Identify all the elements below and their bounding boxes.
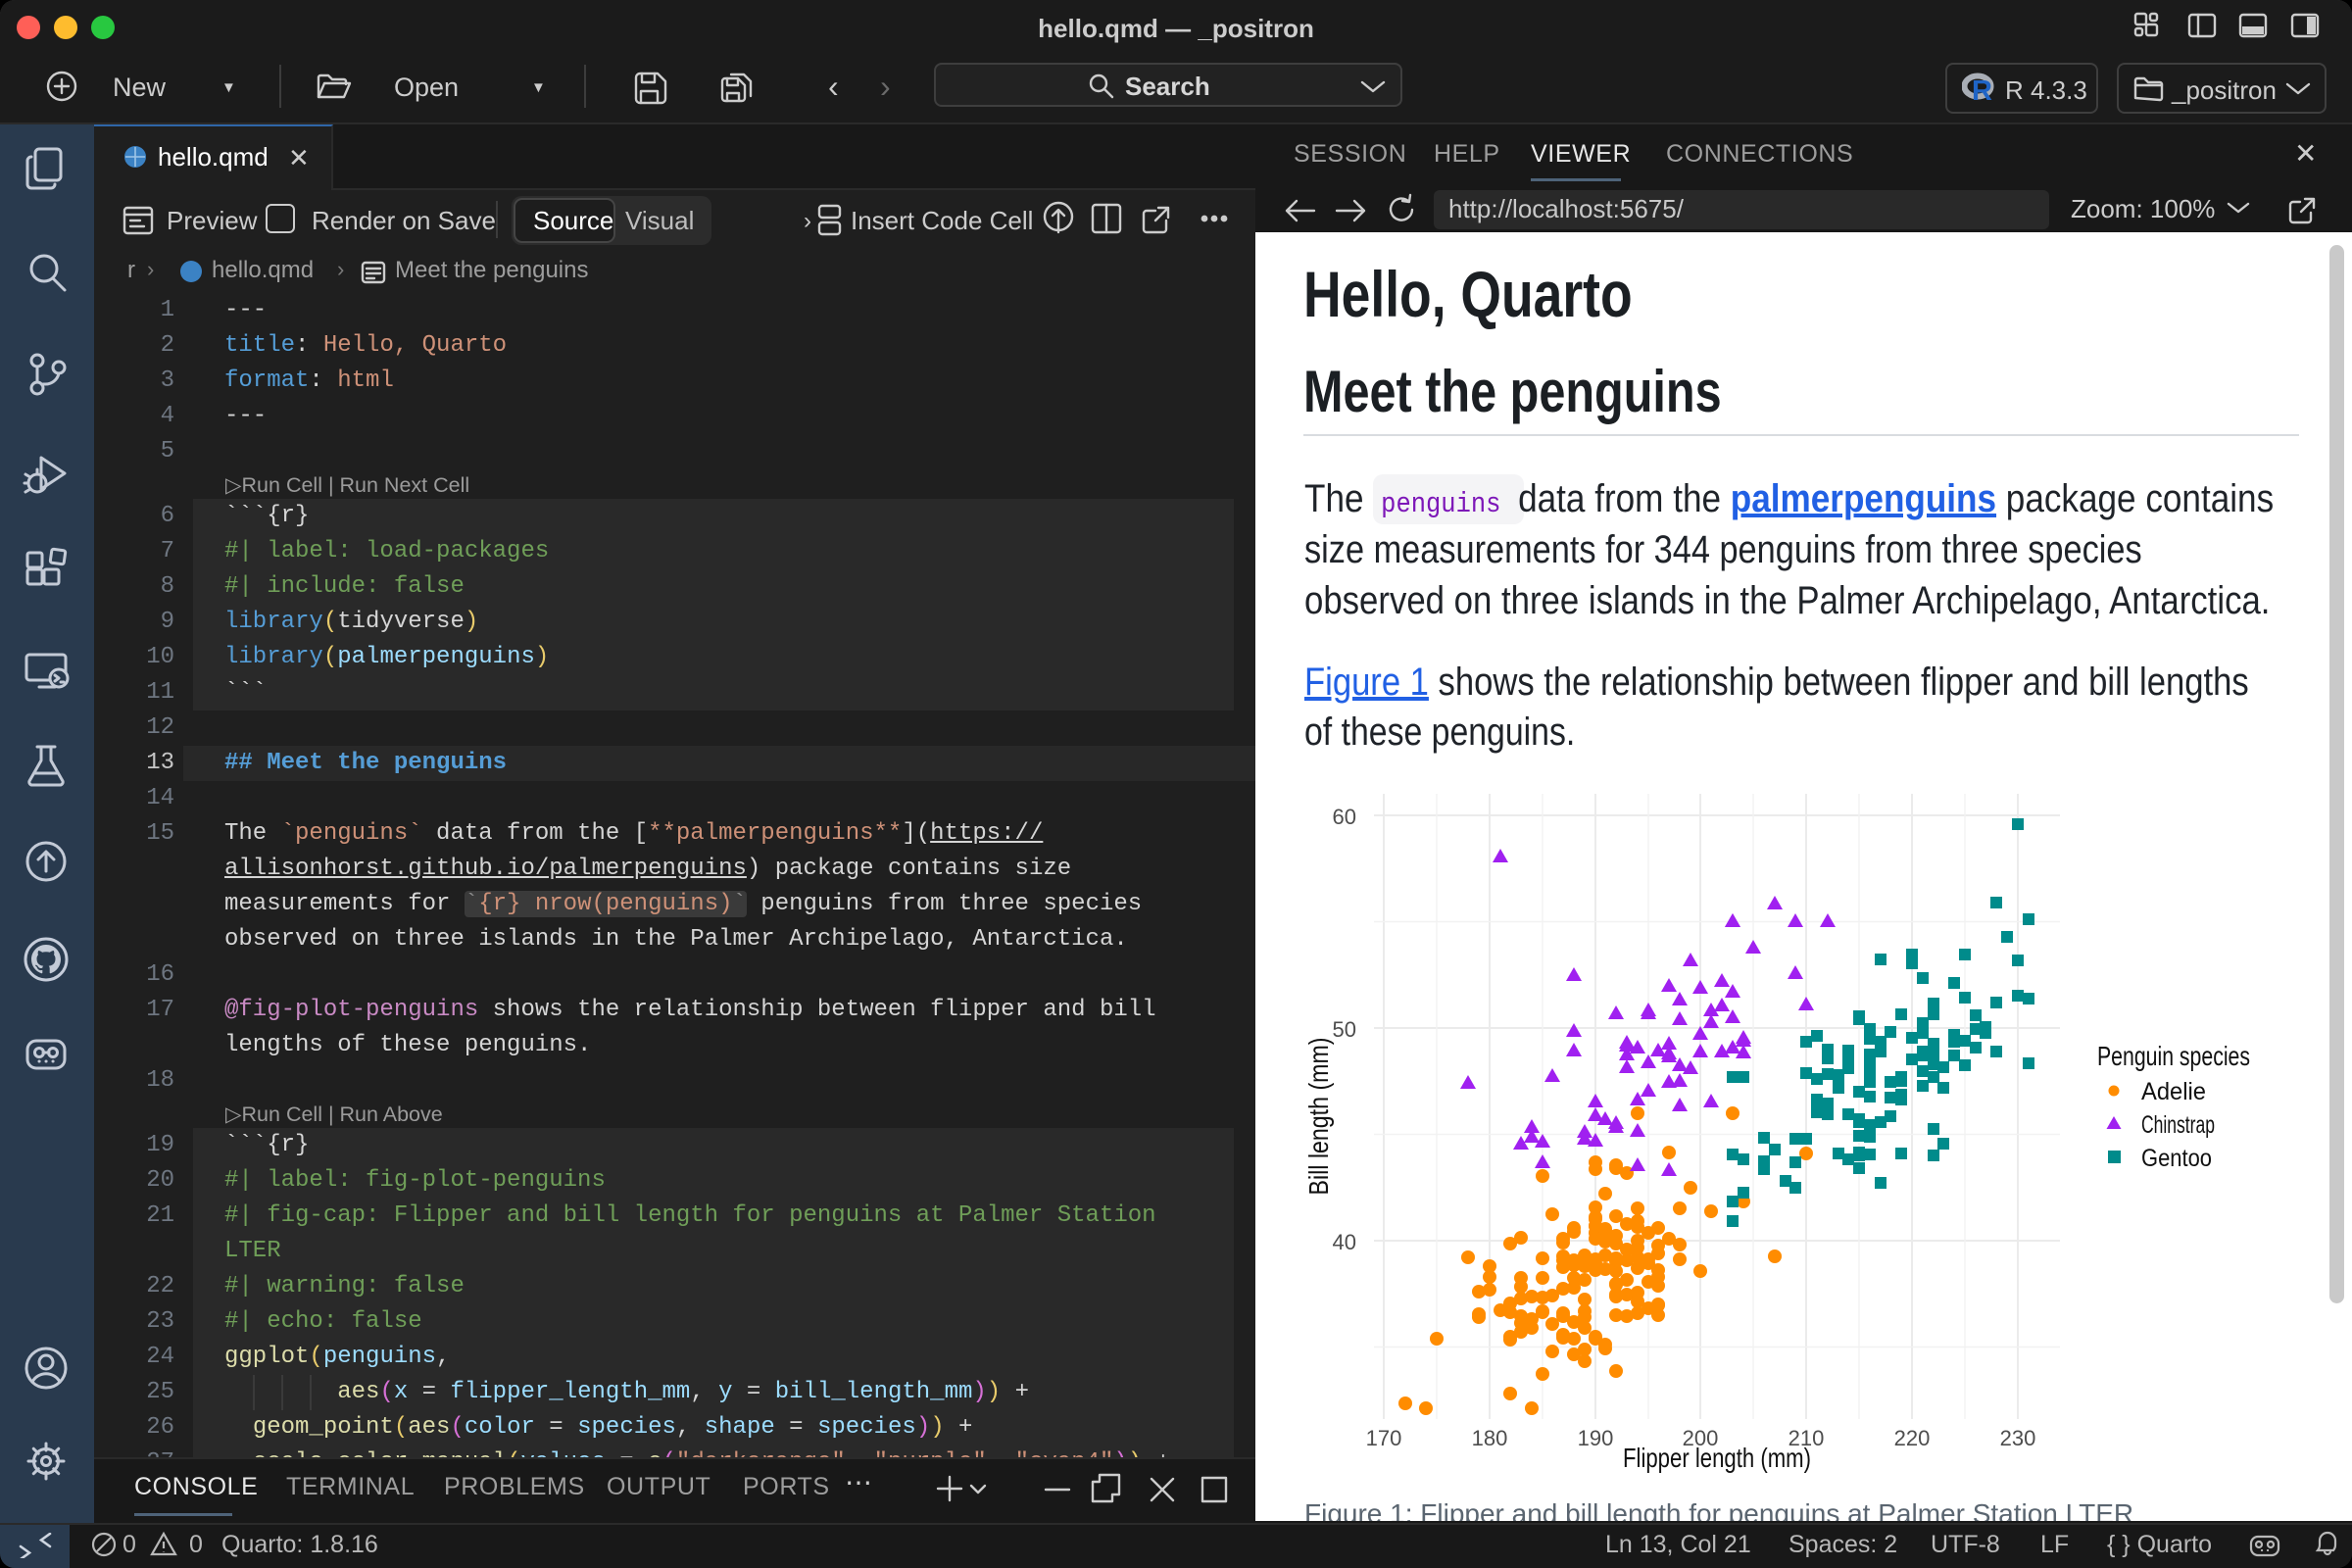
svg-text:50: 50	[1333, 1017, 1356, 1042]
svg-text:Flipper length (mm): Flipper length (mm)	[1623, 1443, 1811, 1473]
svg-text:Bill length (mm): Bill length (mm)	[1303, 1038, 1334, 1196]
svg-text:230: 230	[2000, 1426, 2036, 1450]
svg-text:220: 220	[1894, 1426, 1931, 1450]
svg-text:Gentoo: Gentoo	[2141, 1145, 2212, 1172]
svg-text:Adelie: Adelie	[2141, 1078, 2206, 1105]
svg-text:Penguin species: Penguin species	[2097, 1041, 2250, 1071]
svg-text:180: 180	[1472, 1426, 1508, 1450]
svg-text:190: 190	[1578, 1426, 1614, 1450]
svg-text:40: 40	[1333, 1230, 1356, 1254]
svg-text:Chinstrap: Chinstrap	[2141, 1111, 2215, 1139]
svg-text:60: 60	[1333, 805, 1356, 829]
svg-text:170: 170	[1366, 1426, 1402, 1450]
